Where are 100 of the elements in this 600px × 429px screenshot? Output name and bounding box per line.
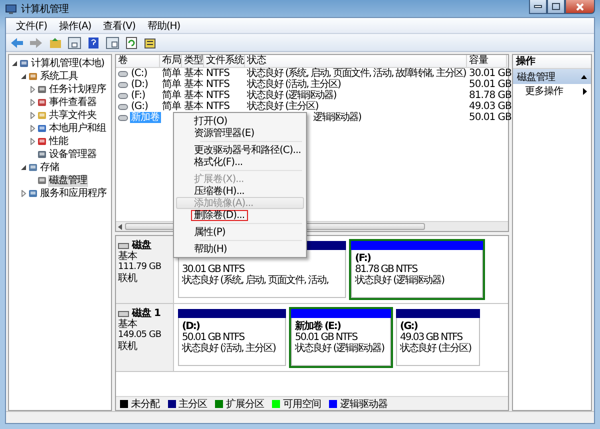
disk-type: 基本 [118, 319, 138, 330]
table-cell: 49.03 GB [469, 101, 512, 112]
menu-item[interactable]: 查看(V) [97, 18, 142, 32]
table-cell: 81.78 GB [469, 90, 512, 101]
partition-size: 30.01 GB NTFS [182, 264, 244, 275]
partition-block[interactable]: 新加卷 (E:) 50.01 GB NTFS 状态良好 (逻辑驱动器) [289, 307, 393, 368]
partition-status: 状态良好 (逻辑驱动器) [295, 343, 384, 354]
tree-node-icon [37, 111, 47, 120]
tree-node-icon [37, 124, 47, 133]
tree-node-icon [28, 72, 38, 81]
column-header[interactable]: 容量 [467, 55, 507, 67]
action-item[interactable]: 更多操作 [513, 84, 591, 98]
partition-name: (F:) [355, 253, 370, 264]
table-cell: 简单 [162, 68, 181, 79]
partition-status: 状态良好 (活动, 主分区) [182, 343, 276, 354]
maximize-button[interactable] [547, 0, 565, 14]
volume-name[interactable]: (F:) [130, 90, 146, 101]
console-tree-button[interactable] [66, 35, 82, 50]
column-header[interactable]: 状态 [245, 55, 467, 67]
disk-size: 149.05 GB [118, 330, 162, 340]
close-icon [576, 2, 584, 10]
column-header[interactable]: 文件系统 [204, 55, 245, 67]
tree-item[interactable]: 本地用户和组 [48, 122, 107, 134]
partition-size: 50.01 GB NTFS [295, 332, 358, 343]
expand-icon[interactable] [28, 138, 36, 145]
table-cell: 50.01 GB [469, 112, 512, 123]
table-cell: 状态良好 (系统, 启动, 页面文件, 活动, 故障转储, 主分区) [247, 68, 466, 79]
tree-node-icon [37, 98, 47, 107]
volume-name[interactable]: (D:) [130, 79, 149, 90]
menu-item[interactable]: 属性(P) [176, 226, 304, 238]
menu-item[interactable]: 更改驱动器号和路径(C)... [176, 144, 304, 156]
actions-section[interactable]: 磁盘管理 [513, 69, 591, 84]
collapse-icon [581, 74, 587, 78]
collapse-icon[interactable] [10, 60, 18, 67]
table-cell: NTFS [206, 101, 230, 112]
menu-item[interactable]: 打开(O) [176, 115, 304, 127]
table-cell: 基本 [184, 90, 203, 101]
menu-item[interactable]: 操作(A) [53, 18, 98, 32]
table-cell: 简单 [162, 90, 181, 101]
menu-item[interactable]: 文件(F) [10, 18, 54, 32]
tree-item[interactable]: 系统工具 [39, 70, 79, 82]
back-button[interactable] [9, 35, 25, 50]
minimize-icon [534, 5, 542, 8]
table-cell: 基本 [184, 79, 203, 90]
menu-item[interactable]: 格式化(F)... [176, 156, 304, 168]
expand-icon[interactable] [28, 86, 36, 93]
computer-icon [5, 2, 17, 14]
collapse-icon[interactable] [20, 164, 26, 171]
table-cell: 30.01 GB [469, 68, 512, 79]
menu-item[interactable]: 帮助(H) [176, 243, 304, 255]
disk-status: 联机 [118, 273, 138, 284]
column-header[interactable]: 类型 [182, 55, 204, 67]
partition-name: (D:) [182, 321, 200, 332]
tree-item[interactable]: 性能 [48, 136, 69, 148]
scroll-left-icon[interactable] [118, 224, 123, 230]
menu-item[interactable]: 资源管理器(E) [176, 127, 304, 139]
partition-name: (G:) [400, 321, 418, 332]
show-pane-button[interactable] [104, 35, 120, 50]
tree-item[interactable]: 计算机管理(本地) [30, 58, 106, 70]
tree-node-icon [37, 150, 47, 159]
menu-item[interactable]: 帮助(H) [141, 18, 186, 32]
expand-icon[interactable] [28, 99, 36, 106]
table-cell: 状态良好 (逻辑驱动器) [247, 90, 336, 101]
tree-item[interactable]: 共享文件夹 [48, 110, 98, 122]
tree-item[interactable]: 服务和应用程序 [39, 188, 108, 200]
tree-item[interactable]: 磁盘管理 [48, 174, 88, 186]
tree-node-icon [28, 163, 38, 172]
tree-item[interactable]: 事件查看器 [48, 96, 98, 108]
partition-size: 49.03 GB NTFS [400, 332, 462, 343]
collapse-icon[interactable] [20, 73, 26, 80]
legend-label: 扩展分区 [226, 398, 264, 410]
refresh-button[interactable] [123, 35, 139, 50]
partition-status: 状态良好 (主分区) [400, 343, 471, 354]
up-folder-button[interactable] [47, 35, 63, 50]
partition-name: 新加卷 (E:) [295, 321, 340, 332]
tree-item[interactable]: 存储 [39, 162, 60, 174]
tree-item[interactable]: 任务计划程序 [48, 84, 107, 96]
close-button[interactable] [565, 0, 595, 14]
volume-name[interactable]: (G:) [130, 101, 149, 112]
window-title: 计算机管理 [21, 2, 68, 16]
expand-icon[interactable] [20, 190, 26, 197]
table-cell: NTFS [206, 90, 230, 101]
expand-icon[interactable] [28, 112, 36, 119]
tree-node-icon [37, 137, 47, 146]
table-cell: 50.01 GB [469, 79, 512, 90]
tree-item[interactable]: 设备管理器 [48, 148, 98, 160]
tree-node-icon [37, 176, 47, 185]
expand-icon[interactable] [28, 125, 36, 132]
column-header[interactable]: 卷 [116, 55, 160, 67]
minimize-button[interactable] [529, 0, 547, 14]
volume-name[interactable]: (C:) [130, 68, 148, 79]
tree-node-icon [37, 85, 47, 94]
column-header[interactable]: 布局 [160, 55, 182, 67]
partition-status: 状态良好 (逻辑驱动器) [355, 275, 444, 286]
table-cell: 基本 [184, 68, 203, 79]
partition-block[interactable]: (F:) 81.78 GB NTFS 状态良好 (逻辑驱动器) [349, 239, 485, 300]
menu-item[interactable]: 删除卷(D)... [176, 209, 304, 221]
menu-item[interactable]: 压缩卷(H)... [176, 185, 304, 197]
tree-node-icon [19, 59, 29, 68]
table-cell: 逻辑驱动器) [313, 112, 361, 123]
